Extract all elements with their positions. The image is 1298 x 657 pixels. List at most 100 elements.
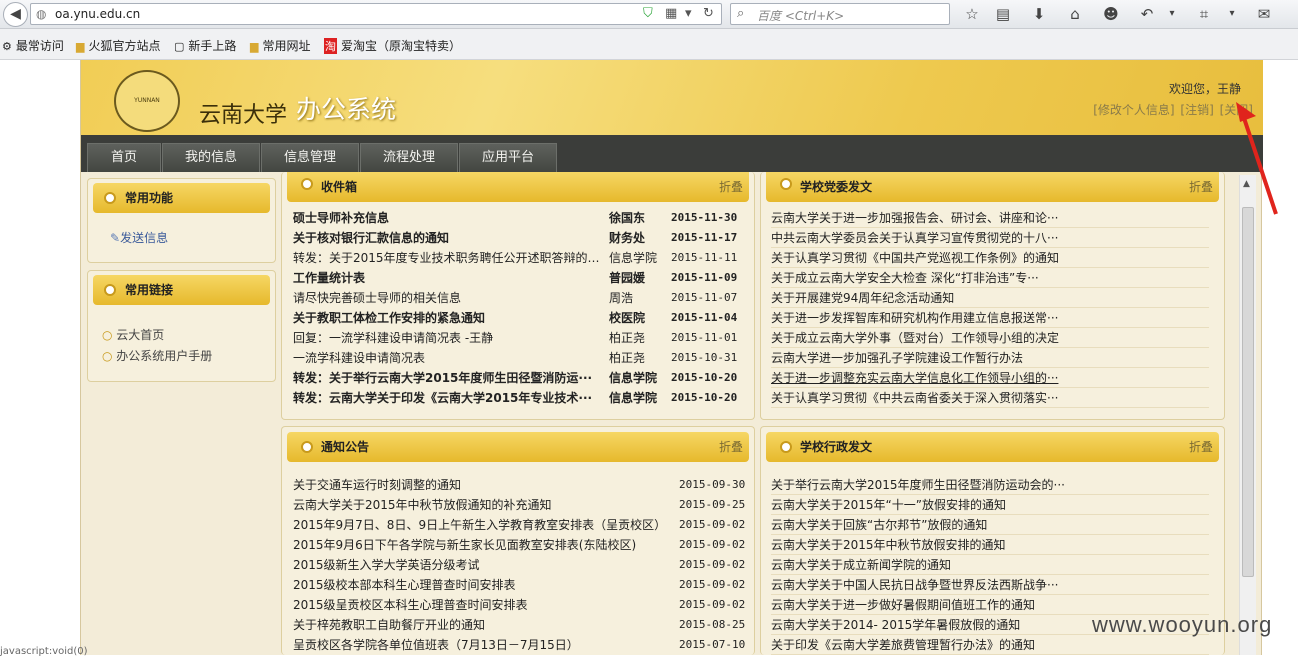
party-doc-row[interactable]: 关于成立云南大学安全大检查 深化“打非治违”专··· — [771, 268, 1061, 288]
main-menu: 首页 我的信息 信息管理 流程处理 应用平台 — [81, 135, 1263, 172]
crop-menu-icon[interactable]: ▾ — [1220, 3, 1244, 25]
tab-home[interactable]: 首页 — [87, 143, 161, 172]
notice-row[interactable]: 2015级呈贡校区本科生心理普查时间安排表 2015-09-02 — [293, 595, 745, 615]
notice-row[interactable]: 2015级校本部本科生心理普查时间安排表 2015-09-02 — [293, 575, 746, 595]
admin-doc-row[interactable]: 关于举行云南大学2015年度师生田径暨消防运动会的··· — [771, 475, 1065, 495]
gear-icon: ⚙ — [2, 40, 12, 53]
bullet-icon — [104, 192, 116, 204]
crop-icon[interactable]: ⌗ — [1192, 3, 1216, 25]
message-title: 转发：云南大学关于印发《云南大学2015年专业技术··· — [293, 391, 593, 405]
message-date: 2015-11-01 — [671, 331, 738, 344]
message-title: 工作量统计表 — [293, 271, 366, 285]
party-doc-row[interactable]: 关于进一步调整充实云南大学信息化工作领导小组的··· — [771, 368, 1061, 388]
bookmark-common[interactable]: ▆ 常用网址 — [250, 37, 310, 54]
inbox-row[interactable]: 一流学科建设申请简况表 柏正尧 2015-10-31 — [293, 348, 753, 368]
admin-doc-row[interactable]: 云南大学关于进一步做好暑假期间值班工作的通知 — [771, 595, 1061, 615]
link-label: 云大首页 — [116, 328, 165, 342]
send-message-link[interactable]: ✎发送信息 — [110, 229, 168, 246]
chat-icon[interactable]: ☻ — [1099, 3, 1123, 25]
message-title: 回复：一流学科建设申请简况表 -王静 — [293, 331, 494, 345]
link-user-manual[interactable]: ○ 办公系统用户手册 — [102, 347, 212, 364]
party-docs-panel: 学校党委发文 折叠 云南大学关于进一步加强报告会、研讨会、讲座和论··· 中共云南大… — [760, 172, 1225, 420]
edit-icon: ✎ — [110, 231, 121, 245]
party-doc-row[interactable]: 关于成立云南大学外事（暨对台）工作领导小组的决定 — [771, 328, 1061, 348]
bookmark-most-visited[interactable]: ⚙ 最常访问 — [2, 37, 64, 54]
notice-row[interactable]: 呈贡校区各学院各单位值班表（7月13日－7月15日） 2015-07-10 — [293, 635, 746, 655]
shield-icon[interactable]: ⛉ — [643, 6, 653, 21]
notice-title: 2015级新生入学大学英语分级考试 — [293, 558, 480, 572]
inbox-row[interactable]: 请尽快完善硕士导师的相关信息 周浩 2015-11-07 — [293, 288, 753, 308]
notice-date: 2015-09-02 — [679, 578, 746, 591]
bookmark-getting-started[interactable]: ▢ 新手上路 — [174, 37, 236, 54]
admin-doc-row[interactable]: 关于印发《云南大学差旅费管理暂行办法》的通知 — [771, 635, 1061, 655]
fold-button[interactable]: 折叠 — [1189, 172, 1213, 202]
back-button[interactable]: ◀ — [3, 2, 28, 27]
edit-profile-link[interactable]: [修改个人信息] — [1093, 103, 1174, 117]
party-doc-row[interactable]: 关于认真学习贯彻《中共云南省委关于深入贯彻落实··· — [771, 388, 1061, 408]
link-ynu-home[interactable]: ○ 云大首页 — [102, 326, 164, 343]
party-doc-row[interactable]: 关于进一步发挥智库和研究机构作用建立信息报送常··· — [771, 308, 1061, 328]
tab-info-management[interactable]: 信息管理 — [261, 143, 359, 172]
watermark: www.wooyun.org — [1092, 612, 1273, 637]
fold-button[interactable]: 折叠 — [1189, 432, 1213, 462]
notice-row[interactable]: 关于交通车运行时刻调整的通知 2015-09-30 — [293, 475, 745, 495]
home-icon[interactable]: ⌂ — [1063, 3, 1087, 25]
notice-row[interactable]: 2015级新生入学大学英语分级考试 2015-09-02 — [293, 555, 745, 575]
party-doc-row[interactable]: 云南大学进一步加强孔子学院建设工作暂行办法 — [771, 348, 1061, 368]
bullet-icon — [780, 441, 792, 453]
tab-my-info[interactable]: 我的信息 — [162, 143, 260, 172]
url-bar[interactable]: ◍ oa.ynu.edu.cn ⛉ ▦ ▾ ↻ — [30, 3, 722, 25]
admin-doc-row[interactable]: 云南大学关于2014- 2015学年暑假放假的通知 — [771, 615, 1061, 635]
search-box[interactable]: ⌕ 百度 <Ctrl+K> — [730, 3, 950, 25]
notice-row[interactable]: 2015年9月7日、8日、9日上午新生入学教育教室安排表（呈贡校区） 2015-… — [293, 515, 746, 535]
notice-row[interactable]: 关于梓苑教职工自助餐厅开业的通知 2015-08-25 — [293, 615, 745, 635]
bookmark-taobao[interactable]: 淘爱淘宝（原淘宝特卖） — [324, 37, 461, 54]
inbox-row[interactable]: 关于核对银行汇款信息的通知 财务处 2015-11-17 — [293, 228, 753, 248]
admin-doc-row[interactable]: 云南大学关于成立新闻学院的通知 — [771, 555, 1061, 575]
admin-doc-row[interactable]: 云南大学关于2015年中秋节放假安排的通知 — [771, 535, 1061, 555]
bookmark-firefox[interactable]: ▆ 火狐官方站点 — [76, 37, 160, 54]
tab-workflow[interactable]: 流程处理 — [360, 143, 458, 172]
inbox-row[interactable]: 回复：一流学科建设申请简况表 -王静 柏正尧 2015-11-01 — [293, 328, 753, 348]
page-scrollbar[interactable]: ▲ — [1239, 175, 1256, 655]
message-title: 请尽快完善硕士导师的相关信息 — [293, 291, 462, 305]
notice-date: 2015-09-02 — [679, 518, 746, 531]
inbox-row[interactable]: 转发：关于2015年度专业技术职务聘任公开述职答辩的通知 信息学院 2015-1… — [293, 248, 753, 268]
admin-doc-row[interactable]: 云南大学关于2015年“十一”放假安排的通知 — [771, 495, 1061, 515]
party-doc-row[interactable]: 关于认真学习贯彻《中国共产党巡视工作条例》的通知 — [771, 248, 1061, 268]
notice-date: 2015-07-10 — [679, 638, 746, 651]
undo-menu-icon[interactable]: ▾ — [1160, 3, 1184, 25]
notice-title: 2015级呈贡校区本科生心理普查时间安排表 — [293, 598, 528, 612]
tab-app-platform[interactable]: 应用平台 — [459, 143, 557, 172]
scrollbar-thumb[interactable] — [1242, 207, 1254, 577]
inbox-row[interactable]: 硕士导师补充信息 徐国东 2015-11-30 — [293, 208, 753, 228]
logout-link[interactable]: [注销] — [1180, 103, 1213, 117]
box-title: 常用链接 — [125, 283, 174, 297]
reload-icon[interactable]: ↻ — [703, 6, 714, 21]
qr-code-icon[interactable]: ▦ — [665, 6, 677, 21]
party-doc-row[interactable]: 中共云南大学委员会关于认真学习宣传贯彻党的十八··· — [771, 228, 1061, 248]
inbox-row[interactable]: 工作量统计表 普园媛 2015-11-09 — [293, 268, 753, 288]
bookmark-star-icon[interactable]: ☆ — [960, 3, 984, 25]
message-date: 2015-10-20 — [671, 391, 738, 404]
inbox-row[interactable]: 转发：云南大学关于印发《云南大学2015年专业技术··· 信息学院 2015-1… — [293, 388, 753, 408]
download-icon[interactable]: ⬇ — [1027, 3, 1051, 25]
party-doc-row[interactable]: 关于开展建党94周年纪念活动通知 — [771, 288, 1061, 308]
admin-doc-row[interactable]: 云南大学关于回族“古尔邦节”放假的通知 — [771, 515, 1061, 535]
reading-list-icon[interactable]: ▤ — [991, 3, 1015, 25]
notice-title: 关于梓苑教职工自助餐厅开业的通知 — [293, 618, 486, 632]
send-message-label: 发送信息 — [120, 231, 169, 245]
party-doc-row[interactable]: 云南大学关于进一步加强报告会、研讨会、讲座和论··· — [771, 208, 1061, 228]
fold-button[interactable]: 折叠 — [719, 172, 743, 202]
message-icon[interactable]: ✉ — [1252, 3, 1276, 25]
inbox-row[interactable]: 关于教职工体检工作安排的紧急通知 校医院 2015-11-04 — [293, 308, 753, 328]
inbox-row[interactable]: 转发：关于举行云南大学2015年度师生田径暨消防运··· 信息学院 2015-1… — [293, 368, 753, 388]
notice-row[interactable]: 云南大学关于2015年中秋节放假通知的补充通知 2015-09-25 — [293, 495, 745, 515]
dropdown-icon[interactable]: ▾ — [685, 6, 692, 21]
admin-doc-row[interactable]: 云南大学关于中国人民抗日战争暨世界反法西斯战争··· — [771, 575, 1061, 595]
message-title: 一流学科建设申请简况表 — [293, 351, 426, 365]
panel-title: 收件箱 — [321, 180, 358, 194]
fold-button[interactable]: 折叠 — [719, 432, 743, 462]
notice-row[interactable]: 2015年9月6日下午各学院与新生家长见面教室安排表(东陆校区) 2015-09… — [293, 535, 745, 555]
undo-icon[interactable]: ↶ — [1135, 3, 1159, 25]
